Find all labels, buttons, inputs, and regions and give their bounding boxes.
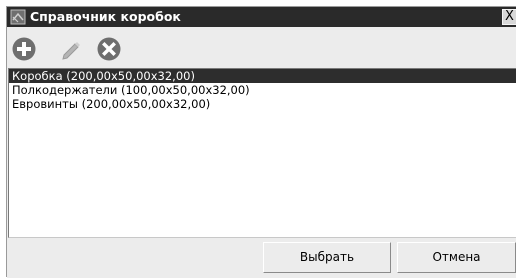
list-item[interactable]: Коробка (200,00x50,00x32,00) xyxy=(9,69,516,83)
list-item[interactable]: Полкодержатели (100,00x50,00x32,00) xyxy=(9,83,516,97)
plus-circle-icon[interactable] xyxy=(11,36,37,62)
button-bar: Выбрать Отмена xyxy=(7,239,516,278)
close-icon: X xyxy=(505,9,514,24)
list-item[interactable]: Евровинты (200,00x50,00x32,00) xyxy=(9,97,516,111)
pencil-icon[interactable] xyxy=(57,36,83,62)
window-title: Справочник коробок xyxy=(30,9,181,24)
cancel-button[interactable]: Отмена xyxy=(397,242,516,273)
toolbar xyxy=(7,28,516,68)
close-button[interactable]: X xyxy=(502,9,516,25)
box-icon xyxy=(10,9,26,25)
x-circle-icon[interactable] xyxy=(96,36,122,62)
title-bar[interactable]: Справочник коробок X xyxy=(7,7,516,27)
select-button[interactable]: Выбрать xyxy=(263,242,391,273)
boxes-list[interactable]: Коробка (200,00x50,00x32,00) Полкодержат… xyxy=(8,68,516,238)
dialog-window: Справочник коробок X Коробка (200,00x50,… xyxy=(6,6,516,278)
